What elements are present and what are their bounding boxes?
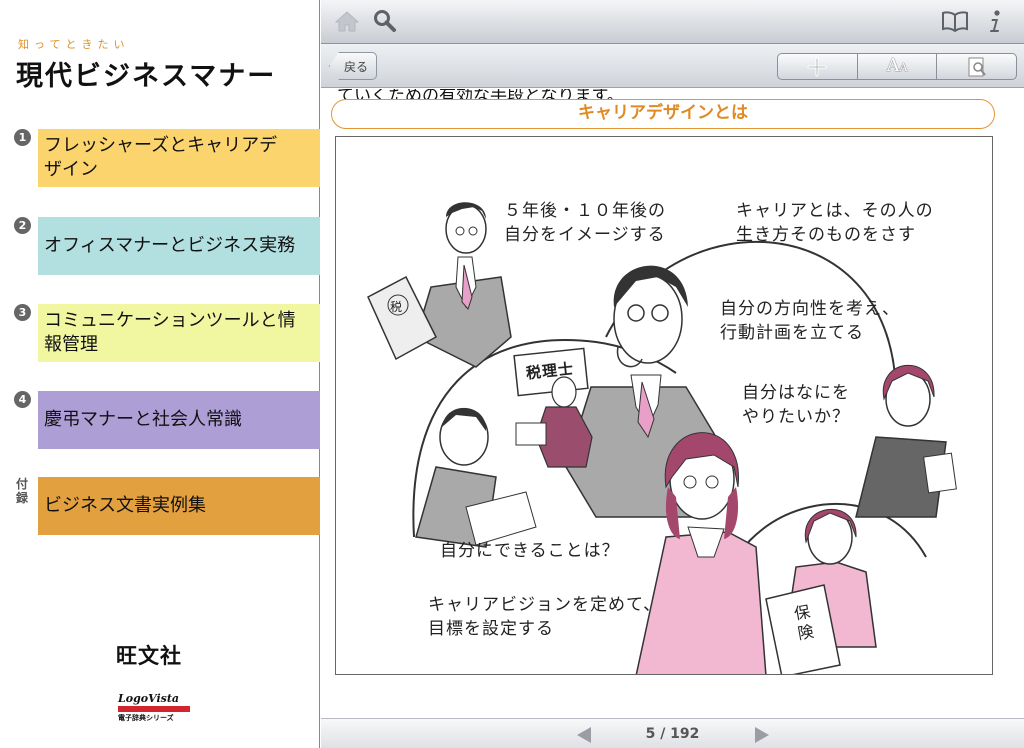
chapter-number: 4 [14, 391, 31, 408]
logo-top-text: LogoVista [118, 692, 180, 705]
font-size-button[interactable]: AA [856, 54, 937, 79]
book-icon[interactable] [941, 8, 969, 34]
chapter-label[interactable]: ビジネス文書実例集 [38, 477, 320, 535]
brand-title: 現代ビジネスマナー [16, 61, 277, 92]
illustration-man-with-document [367, 202, 512, 368]
app-root: 知ってときたい 現代ビジネスマナー 1 フレッシャーズとキャリアデザイン 2 オ… [0, 0, 1024, 748]
secondary-toolbar: 戻る AA [321, 44, 1024, 88]
chapter-label[interactable]: コミュニケーションツールと情報管理 [38, 304, 320, 362]
info-icon[interactable] [981, 8, 1009, 34]
search-icon[interactable] [371, 8, 399, 34]
font-glyph-small: A [899, 60, 908, 74]
chapter-number: 1 [14, 129, 31, 146]
font-size-icon: AA [886, 54, 908, 77]
career-design-illustration: ５年後・１０年後の 自分をイメージする キャリアとは、その人の 生き方そのものを… [335, 136, 993, 675]
main-panel: 戻る AA ていくための有効な手段となります。 キャリアデザインとは ５年後・１… [321, 0, 1024, 748]
caption-future-self: ５年後・１０年後の 自分をイメージする [504, 201, 666, 245]
sidebar: 知ってときたい 現代ビジネスマナー 1 フレッシャーズとキャリアデザイン 2 オ… [0, 0, 320, 748]
chapter-item-3[interactable]: 3 コミュニケーションツールと情報管理 [0, 304, 320, 362]
document-content: ていくための有効な手段となります。 キャリアデザインとは ５年後・１０年後の 自… [321, 89, 1024, 717]
next-page-icon[interactable] [753, 726, 771, 744]
caption-what-to-do: 自分はなにを やりたいか？ [742, 383, 850, 427]
page-zoom-button[interactable] [936, 54, 1016, 79]
illustration-woman-with-insurance-doc [765, 509, 877, 674]
top-toolbar [321, 0, 1024, 44]
chapter-label[interactable]: オフィスマナーとビジネス実務 [38, 217, 320, 275]
chapter-item-4[interactable]: 4 慶弔マナーと社会人常識 [0, 391, 320, 449]
sign-tax-accountant: 税理士 [525, 359, 575, 383]
chapter-item-appendix[interactable]: 付録 ビジネス文書実例集 [0, 477, 320, 535]
chapter-item-1[interactable]: 1 フレッシャーズとキャリアデザイン [0, 129, 320, 187]
chapter-number: 3 [14, 304, 31, 321]
logo-bottom-text: 電子辞典シリーズ [118, 714, 174, 722]
font-glyph-large: A [886, 54, 900, 76]
page-indicator: 5 / 192 [645, 726, 700, 742]
chapter-label[interactable]: フレッシャーズとキャリアデザイン [38, 129, 320, 187]
caption-career-definition: キャリアとは、その人の 生き方そのものをさす [736, 201, 934, 245]
logo-red-bar [118, 706, 190, 712]
brand-subtitle: 知ってときたい [18, 38, 130, 51]
page-zoom-icon [968, 57, 986, 76]
view-controls-segment: AA [777, 53, 1017, 80]
chapter-number: 2 [14, 217, 31, 234]
add-bookmark-button[interactable] [778, 54, 857, 79]
plus-icon [807, 57, 827, 76]
appendix-marker: 付録 [15, 477, 28, 505]
chapter-label[interactable]: 慶弔マナーと社会人常識 [38, 391, 320, 449]
caption-direction: 自分の方向性を考え、 行動計画を立てる [720, 299, 900, 343]
home-icon[interactable] [333, 8, 361, 34]
document-tax-mark: 税 [390, 300, 404, 314]
section-title: キャリアデザインとは [331, 99, 995, 129]
logovista-logo: LogoVista 電子辞典シリーズ [118, 692, 190, 723]
chapter-item-2[interactable]: 2 オフィスマナーとビジネス実務 [0, 217, 320, 275]
illustration-woman-with-clipboard [855, 364, 957, 518]
caption-career-vision: キャリアビジョンを定めて、 目標を設定する [428, 595, 662, 639]
back-button[interactable]: 戻る [329, 52, 378, 80]
caption-what-can-do: 自分にできることは？ [440, 541, 620, 561]
publisher-name: 旺文社 [116, 644, 182, 668]
pager-bar: 5 / 192 [321, 718, 1024, 748]
